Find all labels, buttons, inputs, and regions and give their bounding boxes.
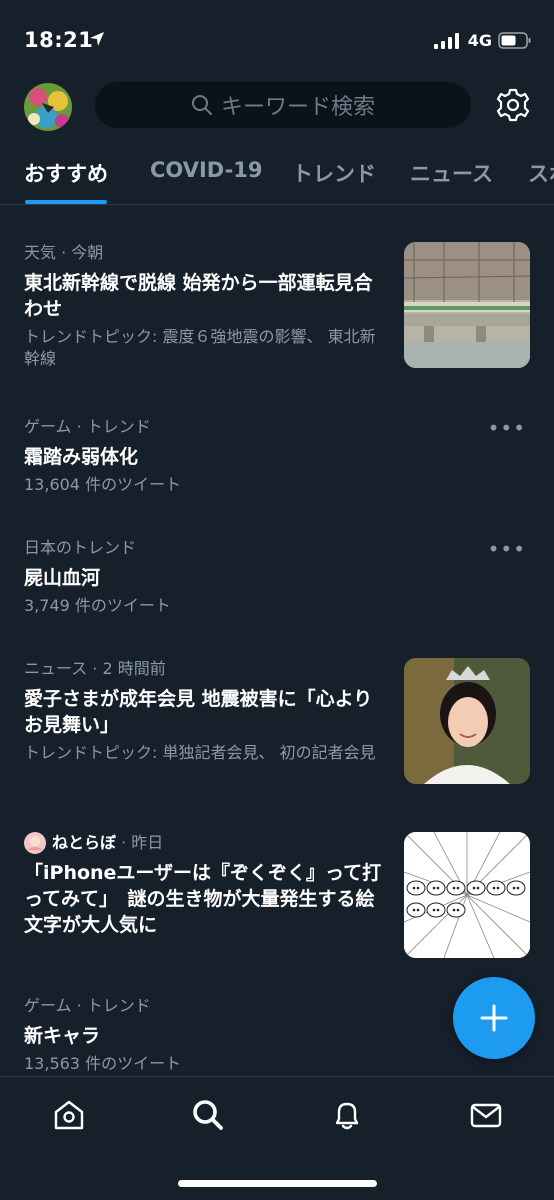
home-indicator[interactable] <box>178 1180 377 1187</box>
tab-covid19[interactable]: COVID-19 <box>150 158 263 182</box>
source-avatar <box>24 832 46 854</box>
tab-news[interactable]: ニュース <box>410 158 493 188</box>
trend-item[interactable]: 天気 · 今朝 東北新幹線で脱線 始発から一部運転見合わせ トレンドトピック: … <box>24 242 384 370</box>
trend-meta: 天気 · 今朝 <box>24 243 104 262</box>
trend-title: 東北新幹線で脱線 始発から一部運転見合わせ <box>24 272 373 320</box>
trend-item[interactable]: ねとらぼ · 昨日 「iPhoneユーザーは『ぞくぞく』って打ってみて」 謎の生… <box>24 832 384 938</box>
home-icon[interactable] <box>49 1095 89 1135</box>
profile-avatar[interactable] <box>24 83 72 131</box>
trend-meta: ニュース · 2 時間前 <box>24 659 166 678</box>
trend-title: 霜踏み弱体化 <box>24 446 139 468</box>
more-icon[interactable]: ••• <box>488 416 526 440</box>
trend-time: 昨日 <box>131 833 164 852</box>
trend-description: トレンドトピック: 震度６強地震の影響、 東北新幹線 <box>24 327 376 368</box>
explore-tabs: おすすめ COVID-19 トレンド ニュース スポ <box>0 150 554 205</box>
more-icon[interactable]: ••• <box>488 537 526 561</box>
trend-thumbnail-emoji[interactable] <box>404 832 530 958</box>
trend-meta: ねとらぼ · 昨日 <box>24 832 384 854</box>
tab-recommended[interactable]: おすすめ <box>24 158 108 188</box>
active-tab-indicator <box>25 200 107 204</box>
gear-icon[interactable] <box>494 86 532 124</box>
trend-category: ニュース <box>24 659 88 678</box>
trend-title: 愛子さまが成年会見 地震被害に「心よりお見舞い」 <box>24 688 373 736</box>
search-input[interactable]: キーワード検索 <box>95 82 471 128</box>
signal-icon <box>433 32 459 49</box>
trend-category: 天気 <box>24 243 57 262</box>
network-label: 4G <box>467 31 492 50</box>
status-time: 18:21 <box>24 28 94 52</box>
status-bar: 18:21 4G <box>0 0 554 80</box>
trend-title: 屍山血河 <box>24 567 101 589</box>
plus-icon <box>480 1004 508 1032</box>
trend-category: ゲーム · トレンド <box>24 417 151 436</box>
search-icon <box>191 95 212 115</box>
trend-thumbnail-portrait[interactable] <box>404 658 530 784</box>
bell-icon[interactable] <box>327 1095 367 1135</box>
trend-item[interactable]: ニュース · 2 時間前 愛子さまが成年会見 地震被害に「心よりお見舞い」 トレ… <box>24 658 384 764</box>
trend-time: 今朝 <box>71 243 104 262</box>
trend-thumbnail-train[interactable] <box>404 242 530 368</box>
trend-item[interactable]: 日本のトレンド 屍山血河 3,749 件のツイート ••• <box>24 537 534 617</box>
trend-title: 「iPhoneユーザーは『ぞくぞく』って打ってみて」 謎の生き物が大量発生する絵… <box>24 862 382 936</box>
trend-tweet-count: 13,563 件のツイート <box>24 1054 182 1073</box>
compose-tweet-button[interactable] <box>453 977 535 1059</box>
tab-trending[interactable]: トレンド <box>292 158 376 188</box>
mail-icon[interactable] <box>466 1095 506 1135</box>
search-icon[interactable] <box>188 1095 228 1135</box>
tab-sports[interactable]: スポ <box>528 158 554 188</box>
trend-tweet-count: 13,604 件のツイート <box>24 475 182 494</box>
battery-icon <box>498 32 531 49</box>
status-indicators: 4G <box>433 31 532 50</box>
trend-time: 2 時間前 <box>102 659 166 678</box>
trend-tweet-count: 3,749 件のツイート <box>24 596 171 615</box>
trend-source: ねとらぼ <box>52 833 117 852</box>
trend-category: 日本のトレンド <box>24 538 137 557</box>
search-placeholder: キーワード検索 <box>220 95 375 120</box>
trend-description: トレンドトピック: 単独記者会見、 初の記者会見 <box>24 743 376 762</box>
location-arrow-icon <box>90 32 104 46</box>
trend-item[interactable]: ゲーム · トレンド 霜踏み弱体化 13,604 件のツイート ••• <box>24 416 534 496</box>
